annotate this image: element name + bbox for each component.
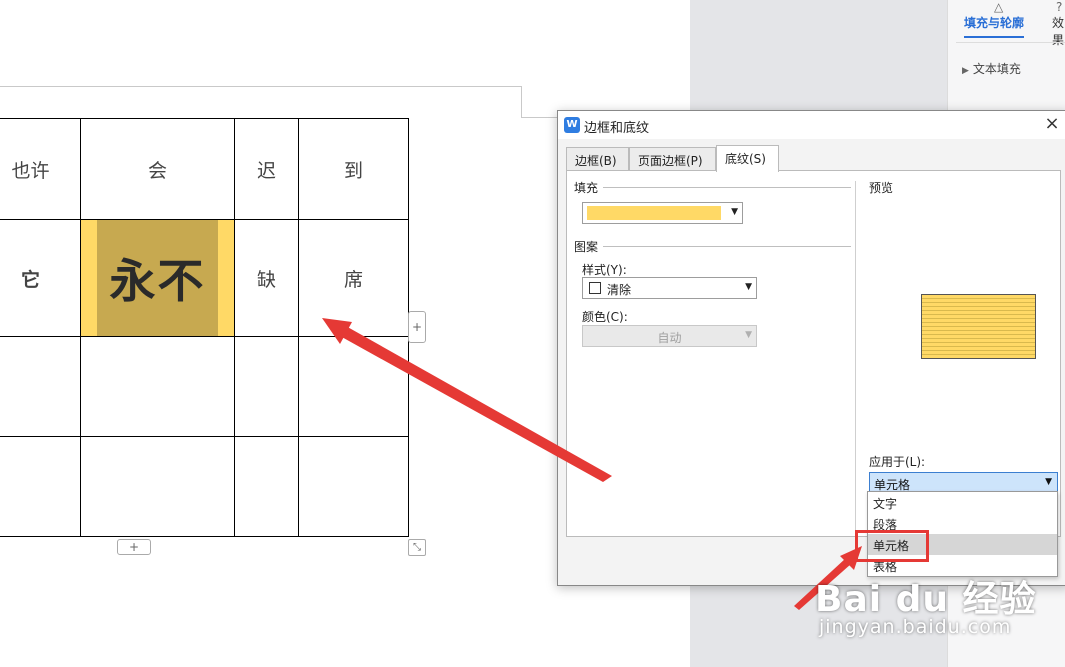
page-margin-mark (521, 86, 522, 118)
pattern-color-value: 自动 (657, 331, 682, 345)
table-cell[interactable] (298, 436, 409, 537)
document-table: 也许 会 迟 到 它 永不 缺 席 (0, 118, 409, 537)
fill-color-dropdown[interactable]: ▼ (582, 202, 743, 224)
baidu-jingyan-watermark: Bai du 经验 jingyan.baidu.com (815, 570, 1037, 638)
table-row: 也许 会 迟 到 (0, 118, 409, 220)
table-row (0, 436, 409, 537)
table-cell[interactable]: 缺 (234, 219, 299, 337)
page-margin-mark (0, 86, 522, 87)
table-row: 它 永不 缺 席 (0, 219, 409, 337)
shaded-cell-text: 永不 (97, 220, 218, 336)
divider (603, 187, 851, 188)
add-row-button[interactable]: + (117, 539, 151, 555)
table-cell[interactable] (0, 436, 81, 537)
shading-panel: 填充 ▼ 图案 样式(Y): 清除 ▼ 颜色(C): 自动 ▼ 预览 应用于(L… (566, 170, 1061, 537)
fill-section-label: 填充 (574, 181, 599, 195)
table-cell[interactable]: 它 (0, 219, 81, 337)
tab-fill-outline[interactable]: 填充与轮廓 (964, 14, 1025, 38)
preview-label: 预览 (869, 181, 894, 195)
add-column-button[interactable]: + (408, 311, 426, 343)
pattern-color-dropdown[interactable]: 自动 ▼ (582, 325, 757, 347)
chevron-down-icon: ▼ (731, 207, 738, 217)
table-cell[interactable] (80, 336, 235, 437)
table-cell[interactable] (234, 436, 299, 537)
watermark-logo-text: Bai du 经验 (815, 579, 1037, 620)
dialog-titlebar[interactable]: W 边框和底纹 × (558, 111, 1065, 139)
watermark-url: jingyan.baidu.com (819, 616, 1012, 638)
table-cell[interactable] (234, 336, 299, 437)
pattern-swatch-icon (589, 282, 601, 294)
divider (603, 246, 851, 247)
style-label: 样式(Y): (582, 263, 627, 277)
table-cell[interactable]: 迟 (234, 118, 299, 220)
expand-triangle-icon: ▶ (962, 66, 969, 76)
page-margin-mark (521, 117, 561, 118)
chevron-down-icon: ▼ (745, 282, 752, 292)
table-cell[interactable]: 也许 (0, 118, 81, 220)
chevron-down-icon: ▼ (745, 330, 752, 340)
effects-icon: ? (1056, 0, 1063, 14)
divider (956, 42, 1065, 43)
tab-shading[interactable]: 底纹(S) (716, 145, 779, 172)
table-cell[interactable] (298, 336, 409, 437)
option-text[interactable]: 文字 (868, 492, 1057, 513)
table-row (0, 336, 409, 437)
color-label: 颜色(C): (582, 310, 628, 324)
text-fill-section[interactable]: ▶ 文本填充 (962, 60, 1021, 77)
table-cell[interactable] (0, 336, 81, 437)
table-cell[interactable] (80, 436, 235, 537)
pattern-section-label: 图案 (574, 240, 599, 254)
table-resize-handle[interactable]: ⤡ (408, 539, 426, 556)
text-fill-label: 文本填充 (972, 62, 1021, 76)
divider (855, 181, 856, 531)
pattern-style-value: 清除 (607, 283, 632, 297)
shaded-table-cell[interactable]: 永不 (80, 219, 235, 337)
apply-to-label: 应用于(L): (869, 455, 926, 469)
annotation-highlight-box (855, 530, 929, 562)
table-cell[interactable]: 到 (298, 118, 409, 220)
fill-outline-icon: △ (994, 0, 1004, 14)
shading-preview (921, 294, 1036, 359)
table-cell[interactable]: 席 (298, 219, 409, 337)
table-cell[interactable]: 会 (80, 118, 235, 220)
dialog-title: 边框和底纹 (584, 121, 650, 136)
pattern-style-dropdown[interactable]: 清除 ▼ (582, 277, 757, 299)
close-icon[interactable]: × (1042, 113, 1062, 134)
tab-page-borders[interactable]: 页面边框(P) (629, 147, 716, 171)
fill-color-swatch (587, 206, 721, 220)
tab-borders[interactable]: 边框(B) (566, 147, 629, 171)
wps-logo-icon: W (564, 117, 580, 133)
chevron-down-icon: ▼ (1045, 477, 1052, 487)
